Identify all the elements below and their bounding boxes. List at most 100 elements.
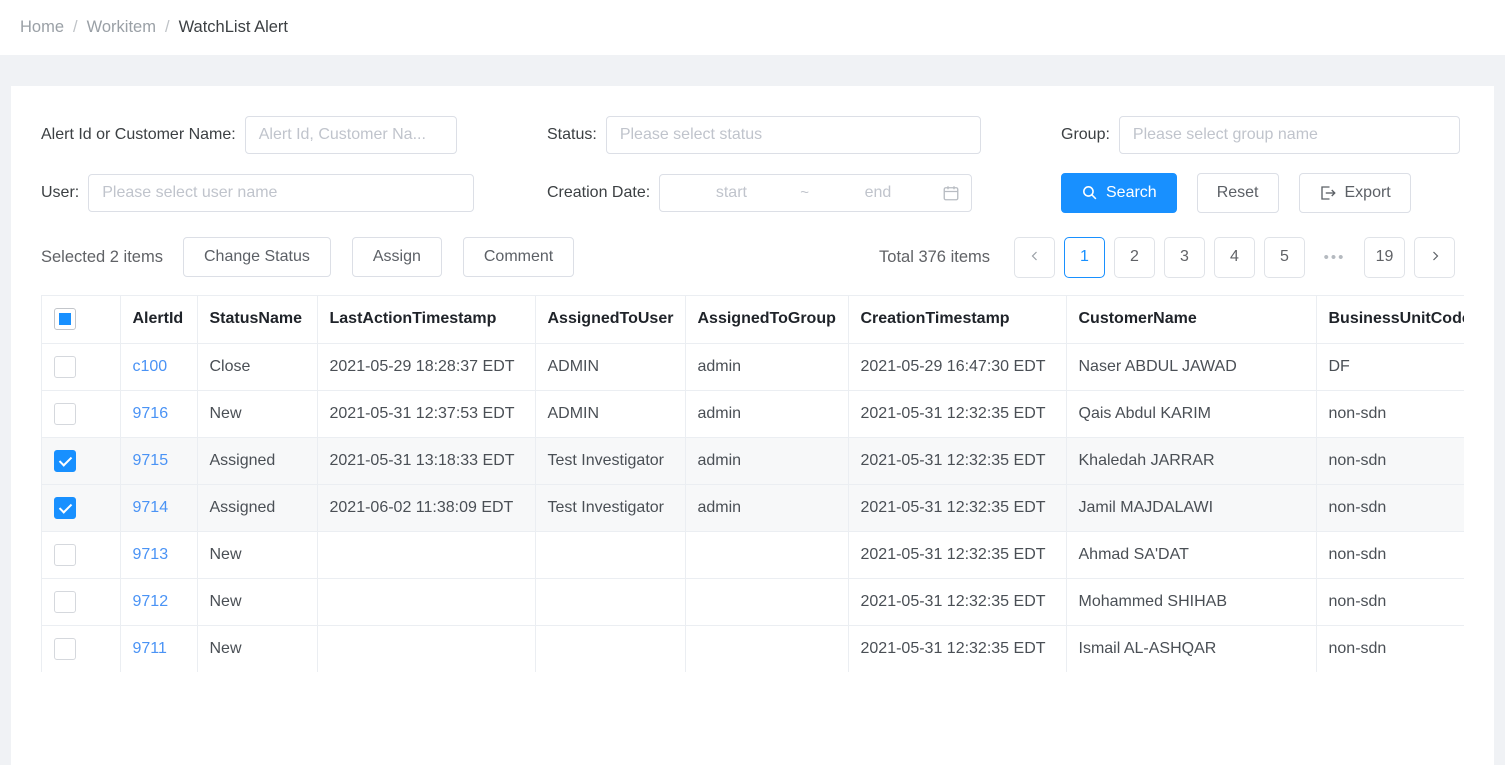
alert-id-link[interactable]: 9712 [133,593,169,610]
cell-customername: Ismail AL-ASHQAR [1066,625,1317,672]
page-gray-band [0,55,1505,86]
row-select-cell[interactable] [42,437,121,485]
alert-id-link[interactable]: 9711 [133,640,167,657]
table-row[interactable]: 9716 New 2021-05-31 12:37:53 EDT ADMIN admin… [42,390,1464,438]
pagination-next-button[interactable] [1414,236,1455,278]
filter-row-1: Alert Id or Customer Name: Alert Id, Cus… [41,114,1464,155]
select-all-checkbox[interactable] [54,308,76,331]
column-header-businessunitcode[interactable]: BusinessUnitCode [1316,296,1464,344]
cell-assignedtogroup: admin [685,390,849,438]
cell-lastactiontimestamp: 2021-05-31 13:18:33 EDT [317,437,536,485]
creation-date-label: Creation Date: [547,183,651,201]
reset-button-label: Reset [1216,183,1259,201]
cell-assignedtouser [535,625,686,672]
filter-form: Alert Id or Customer Name: Alert Id, Cus… [11,86,1494,213]
breadcrumb-item-workitem[interactable]: Workitem [87,18,156,37]
row-select-checkbox[interactable] [54,543,76,566]
row-select-cell[interactable] [42,390,121,438]
cell-alertid[interactable]: 9711 [120,625,198,672]
group-select[interactable]: Please select group name [1118,115,1460,154]
reset-button[interactable]: Reset [1196,172,1279,213]
pagination-page-3[interactable]: 3 [1164,236,1205,278]
row-select-checkbox[interactable] [54,449,76,472]
row-select-checkbox[interactable] [54,637,76,660]
change-status-button[interactable]: Change Status [182,237,331,277]
status-select[interactable]: Please select status [605,115,981,154]
cell-assignedtouser [535,531,686,579]
cell-customername: Khaledah JARRAR [1066,437,1317,485]
table-row[interactable]: 9711 New 2021-05-31 12:32:35 EDT Ismail AL-… [42,625,1464,672]
row-select-checkbox[interactable] [54,590,76,613]
cell-creationtimestamp: 2021-05-31 12:32:35 EDT [848,578,1067,626]
row-select-cell[interactable] [42,578,121,626]
cell-creationtimestamp: 2021-05-31 12:32:35 EDT [848,437,1067,485]
pagination-ellipsis[interactable]: ••• [1314,237,1355,278]
field-alert-id: Alert Id or Customer Name: Alert Id, Cus… [41,115,547,154]
row-select-cell[interactable] [42,343,121,391]
cell-creationtimestamp: 2021-05-31 12:32:35 EDT [848,625,1067,672]
cell-alertid[interactable]: 9713 [120,531,198,579]
breadcrumb-separator: / [164,18,170,36]
row-select-cell[interactable] [42,625,121,672]
column-header-creationtimestamp[interactable]: CreationTimestamp [848,296,1067,344]
alert-id-link[interactable]: 9715 [133,452,169,469]
column-header-statusname[interactable]: StatusName [197,296,318,344]
row-select-cell[interactable] [42,531,121,579]
pagination-page-1[interactable]: 1 [1064,236,1105,278]
cell-alertid[interactable]: 9715 [120,437,198,485]
column-header-lastactiontimestamp[interactable]: LastActionTimestamp [317,296,536,344]
alert-id-link[interactable]: 9716 [133,405,169,422]
pagination-page-4[interactable]: 4 [1214,236,1255,278]
table-row[interactable]: 9713 New 2021-05-31 12:32:35 EDT Ahmad SA'D… [42,531,1464,579]
date-start-input[interactable]: start [671,184,792,202]
alert-id-link[interactable]: c100 [133,358,168,375]
pagination-page-2[interactable]: 2 [1114,236,1155,278]
date-end-input[interactable]: end [818,184,939,202]
row-select-checkbox[interactable] [54,402,76,425]
row-select-checkbox[interactable] [54,355,76,378]
creation-date-range-picker[interactable]: start ~ end [659,173,973,212]
cell-alertid[interactable]: 9714 [120,484,198,532]
pagination: Total 376 items 1 2 3 4 5 ••• 19 [879,236,1464,278]
table-row[interactable]: 9712 New 2021-05-31 12:32:35 EDT Mohammed S… [42,578,1464,626]
cell-customername: Naser ABDUL JAWAD [1066,343,1317,391]
table-row[interactable]: 9715 Assigned 2021-05-31 13:18:33 EDT Test … [42,437,1464,485]
export-button-label: Export [1344,183,1391,201]
alert-id-link[interactable]: 9714 [133,499,169,516]
cell-alertid[interactable]: 9716 [120,390,198,438]
cell-lastactiontimestamp: 2021-06-02 11:38:09 EDT [317,484,536,532]
select-all-header-cell [42,296,121,344]
column-header-alertid[interactable]: AlertId [120,296,198,344]
cell-businessunitcode: non-sdn [1316,578,1464,626]
user-select[interactable]: Please select user name [88,173,475,212]
export-button[interactable]: Export [1298,172,1411,213]
pagination-page-5[interactable]: 5 [1264,236,1305,278]
content-area: Alert Id or Customer Name: Alert Id, Cus… [0,86,1505,765]
search-button[interactable]: Search [1061,172,1177,213]
cell-businessunitcode: DF [1316,343,1464,391]
column-header-assignedtogroup[interactable]: AssignedToGroup [685,296,849,344]
column-header-customername[interactable]: CustomerName [1066,296,1317,344]
cell-assignedtouser: ADMIN [535,343,686,391]
cell-assignedtogroup [685,531,849,579]
cell-businessunitcode: non-sdn [1316,437,1464,485]
table-row[interactable]: 9714 Assigned 2021-06-02 11:38:09 EDT Test … [42,484,1464,532]
column-header-assignedtouser[interactable]: AssignedToUser [535,296,686,344]
search-button-label: Search [1106,183,1157,201]
breadcrumb-item-home[interactable]: Home [20,18,64,37]
breadcrumb: Home / Workitem / WatchList Alert [0,0,1505,55]
pagination-page-last[interactable]: 19 [1364,236,1405,278]
row-select-cell[interactable] [42,484,121,532]
alerts-table: AlertId StatusName LastActionTimestamp A… [42,296,1464,672]
alert-id-link[interactable]: 9713 [133,546,169,563]
field-status: Status: Please select status [547,115,1061,154]
assign-button[interactable]: Assign [351,237,442,277]
alerts-table-container[interactable]: AlertId StatusName LastActionTimestamp A… [41,295,1464,672]
comment-button[interactable]: Comment [462,237,575,277]
cell-alertid[interactable]: c100 [120,343,198,391]
row-select-checkbox[interactable] [54,496,76,519]
alert-id-input[interactable]: Alert Id, Customer Na... [244,115,457,154]
cell-alertid[interactable]: 9712 [120,578,198,626]
pagination-prev-button[interactable] [1014,236,1055,278]
table-row[interactable]: c100 Close 2021-05-29 18:28:37 EDT ADMIN adm… [42,343,1464,391]
